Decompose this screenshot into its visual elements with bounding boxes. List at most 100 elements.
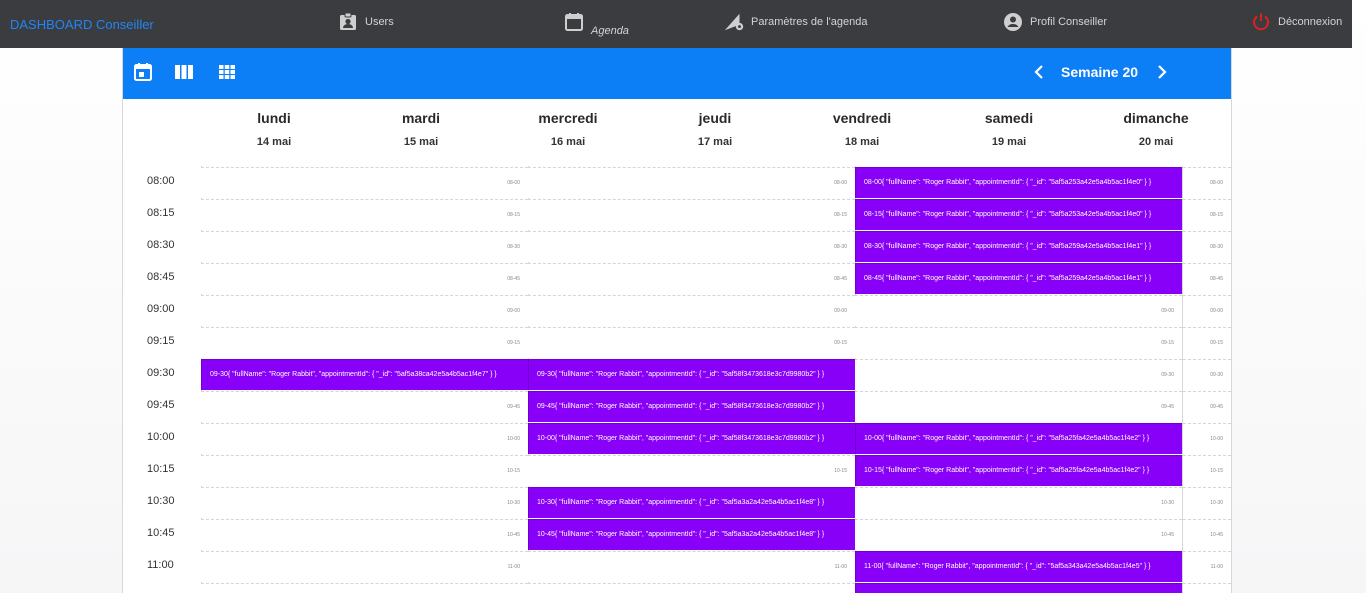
- time-slot[interactable]: 08-45: [528, 263, 855, 294]
- time-slot[interactable]: 09-00: [855, 295, 1182, 326]
- week-view-button[interactable]: [172, 62, 196, 86]
- appointment-slot[interactable]: 10-45{ "fullName": "Roger Rabbit", "appo…: [528, 519, 855, 550]
- settings-gear-icon: [723, 11, 745, 33]
- nav-logout-label: Déconnexion: [1278, 16, 1343, 28]
- slot-time-hint: 08-15: [507, 212, 520, 218]
- time-slot[interactable]: 10-00: [1183, 423, 1231, 454]
- time-slot[interactable]: 10-30: [855, 487, 1182, 518]
- time-slot[interactable]: 10-00: [201, 423, 528, 454]
- appointment-slot[interactable]: 10-30{ "fullName": "Roger Rabbit", "appo…: [528, 487, 855, 518]
- calendar-toolbar: Semaine 20: [123, 48, 1231, 99]
- brand-link[interactable]: DASHBOARD Conseiller: [10, 17, 154, 32]
- appointment-text: 09-30{ "fullName": "Roger Rabbit", "appo…: [210, 371, 497, 378]
- appointment-slot[interactable]: 08-45{ "fullName": "Roger Rabbit", "appo…: [855, 263, 1182, 294]
- appointment-text: 08-30{ "fullName": "Roger Rabbit", "appo…: [864, 243, 1152, 250]
- time-slot[interactable]: 10-30: [201, 487, 528, 518]
- slot-time-hint: 10-30: [1161, 500, 1174, 506]
- time-slot[interactable]: 08-30: [1183, 231, 1231, 262]
- day-header: mardi 15 mai: [348, 110, 494, 148]
- appointment-slot[interactable]: 08-30{ "fullName": "Roger Rabbit", "appo…: [855, 231, 1182, 262]
- time-slot[interactable]: 09-00: [1183, 295, 1231, 326]
- nav-profile[interactable]: Profil Conseiller: [1002, 11, 1107, 33]
- appointment-slot[interactable]: 11-00{ "fullName": "Roger Rabbit", "appo…: [855, 551, 1182, 582]
- time-slot[interactable]: 09-00: [201, 295, 528, 326]
- nav-users-label: Users: [365, 16, 394, 28]
- time-slot[interactable]: 10-45: [1183, 519, 1231, 550]
- appointment-slot[interactable]: 08-00{ "fullName": "Roger Rabbit", "appo…: [855, 167, 1182, 198]
- slot-time-hint: 10-45: [1210, 532, 1223, 538]
- time-slot[interactable]: 09-30: [855, 359, 1182, 390]
- previous-week-button[interactable]: [1029, 64, 1049, 84]
- time-slot[interactable]: 08-15: [201, 199, 528, 230]
- calendar-panel: Semaine 20 lundi 14 mai mardi 15 mai mercred…: [122, 48, 1232, 593]
- time-slot[interactable]: 08-00: [201, 167, 528, 198]
- time-slot[interactable]: 10-45: [855, 519, 1182, 550]
- slot-time-hint: 10-45: [1161, 532, 1174, 538]
- appointment-text: 10-45{ "fullName": "Roger Rabbit", "appo…: [537, 531, 825, 538]
- time-slot[interactable]: 11-00: [1183, 551, 1231, 582]
- nav-agenda[interactable]: Agenda: [563, 11, 629, 37]
- time-grid: 08:00 08-00 08-00 08-00{ "fullName": "Roger…: [123, 166, 1231, 593]
- time-slot[interactable]: 10-45: [201, 519, 528, 550]
- time-slot[interactable]: 08-45: [201, 263, 528, 294]
- time-slot[interactable]: 09-45: [1183, 391, 1231, 422]
- day-view-button[interactable]: [131, 62, 155, 86]
- appointment-slot[interactable]: 09-45{ "fullName": "Roger Rabbit", "appo…: [528, 391, 855, 422]
- slot-time-hint: 10-30: [1210, 500, 1223, 506]
- appointment-slot[interactable]: 08-15{ "fullName": "Roger Rabbit", "appo…: [855, 199, 1182, 230]
- appointment-slot[interactable]: 10-15{ "fullName": "Roger Rabbit", "appo…: [855, 455, 1182, 486]
- day-name: lundi: [257, 110, 291, 126]
- time-slot[interactable]: 08-00: [528, 167, 855, 198]
- time-slot[interactable]: 09-30: [1183, 359, 1231, 390]
- time-slot[interactable]: 10-30: [1183, 487, 1231, 518]
- time-slot[interactable]: 08-30: [201, 231, 528, 262]
- time-slot[interactable]: 11-00: [201, 551, 528, 582]
- slot-time-hint: 10-15: [1210, 468, 1223, 474]
- day-date: 15 mai: [403, 136, 439, 148]
- appointment-slot[interactable]: [855, 583, 1182, 593]
- next-week-button[interactable]: [1152, 64, 1172, 84]
- time-slot[interactable]: 11-00: [528, 551, 855, 582]
- time-slot[interactable]: [1183, 583, 1231, 593]
- time-slot[interactable]: 10-15: [201, 455, 528, 486]
- time-slot[interactable]: 09-45: [855, 391, 1182, 422]
- nav-logout[interactable]: Déconnexion: [1250, 11, 1342, 33]
- day-name: dimanche: [1123, 110, 1189, 126]
- nav-agenda-settings[interactable]: Paramètres de l'agenda: [723, 11, 867, 33]
- nav-profile-label: Profil Conseiller: [1030, 16, 1108, 28]
- time-slot[interactable]: [201, 583, 528, 593]
- time-slot[interactable]: 08-15: [1183, 199, 1231, 230]
- time-slot[interactable]: 09-00: [528, 295, 855, 326]
- slot-time-hint: 08-00: [507, 180, 520, 186]
- nav-users[interactable]: Users: [337, 11, 394, 33]
- slot-time-hint: 11-00: [507, 564, 520, 570]
- appointment-slot[interactable]: 10-00{ "fullName": "Roger Rabbit", "appo…: [528, 423, 855, 454]
- nav-agenda-label: Agenda: [591, 25, 629, 37]
- time-slot[interactable]: 09-15: [201, 327, 528, 358]
- slot-time-hint: 08-15: [834, 212, 847, 218]
- slot-time-hint: 10-15: [834, 468, 847, 474]
- slot-time-hint: 08-30: [507, 244, 520, 250]
- time-slot[interactable]: 08-30: [528, 231, 855, 262]
- time-slot[interactable]: [528, 583, 855, 593]
- contact-badge-icon: [337, 11, 359, 33]
- appointment-slot[interactable]: 09-30{ "fullName": "Roger Rabbit", "appo…: [201, 359, 528, 390]
- time-slot[interactable]: 09-15: [1183, 327, 1231, 358]
- time-slot[interactable]: 09-15: [855, 327, 1182, 358]
- time-slot[interactable]: 10-15: [1183, 455, 1231, 486]
- month-view-button[interactable]: [215, 62, 239, 86]
- appointment-slot[interactable]: 10-00{ "fullName": "Roger Rabbit", "appo…: [855, 423, 1182, 454]
- slot-time-hint: 08-00: [834, 180, 847, 186]
- time-slot[interactable]: 08-00: [1183, 167, 1231, 198]
- time-label: 11:00: [147, 559, 174, 571]
- time-label: 08:30: [147, 239, 175, 251]
- slot-time-hint: 09-30: [1210, 372, 1223, 378]
- time-slot[interactable]: 08-15: [528, 199, 855, 230]
- time-slot[interactable]: 09-15: [528, 327, 855, 358]
- slot-time-hint: 09-00: [834, 308, 847, 314]
- appointment-slot[interactable]: 09-30{ "fullName": "Roger Rabbit", "appo…: [528, 359, 855, 390]
- time-slot[interactable]: 08-45: [1183, 263, 1231, 294]
- time-slot[interactable]: 10-15: [528, 455, 855, 486]
- time-slot[interactable]: 09-45: [201, 391, 528, 422]
- day-header: mercredi 16 mai: [495, 110, 641, 148]
